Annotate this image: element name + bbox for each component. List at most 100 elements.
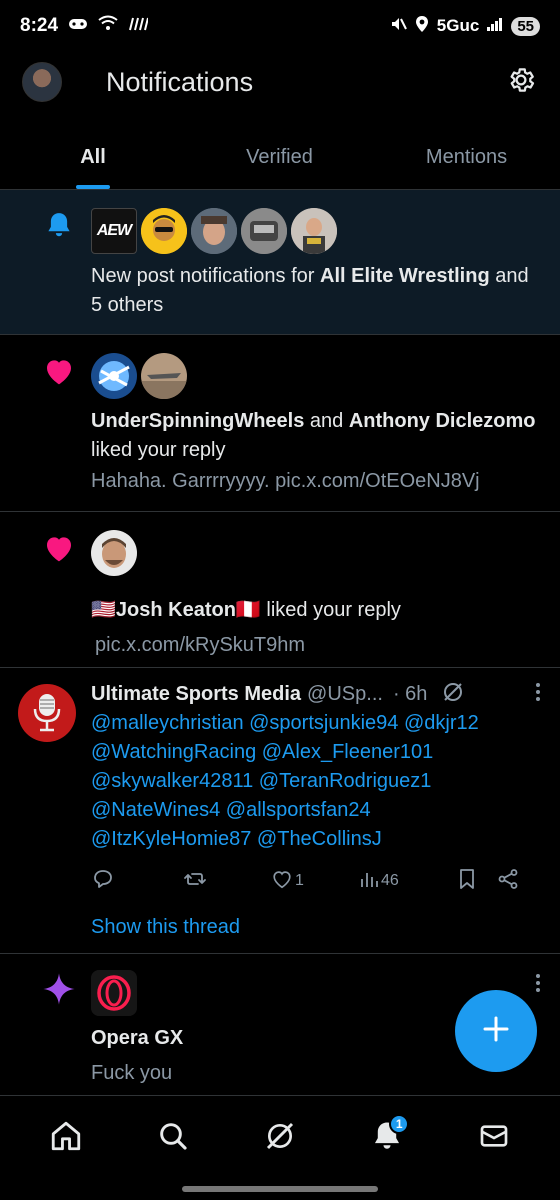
tweet-mentions-line[interactable]: @WatchingRacing @Alex_Fleener101 — [91, 738, 542, 767]
status-time: 8:24 — [20, 15, 59, 36]
wifi-status-icon — [98, 15, 118, 37]
author-name[interactable]: Ultimate Sports Media — [91, 683, 301, 706]
notifications-feed[interactable]: AEW New post notifications for All Elite… — [0, 190, 560, 1095]
reply-preview: Hahaha. Garrrryyyy. pic.x.com/OtEOeNJ8Vj — [91, 470, 480, 492]
user-name[interactable]: Anthony Diclezomo — [349, 410, 536, 432]
top-bar: Notifications — [0, 52, 560, 112]
views-chart-icon — [359, 869, 379, 894]
plus-icon — [482, 1015, 510, 1048]
tweet-time: · 6h — [392, 683, 428, 705]
tweet-item[interactable]: Ultimate Sports Media @USp... · 6h @mall… — [0, 668, 560, 954]
reply-preview: pic.x.com/kRySkuT9hm — [95, 634, 306, 656]
repost-button[interactable] — [183, 867, 271, 896]
avatar[interactable] — [91, 353, 137, 399]
active-tab-indicator — [76, 185, 110, 189]
home-indicator[interactable] — [182, 1186, 378, 1192]
notification-tabs: All Verified Mentions — [0, 125, 560, 190]
tweet-header: Ultimate Sports Media @USp... · 6h — [91, 680, 542, 709]
like-button[interactable]: 1 — [271, 868, 359, 895]
battery-level: 55 — [511, 16, 540, 36]
reply-button[interactable] — [91, 867, 183, 896]
avatar[interactable] — [141, 353, 187, 399]
notification-text: UnderSpinningWheels and Anthony Diclezom… — [91, 407, 542, 465]
signal-bars-icon — [128, 15, 150, 37]
more-options-icon[interactable] — [534, 972, 542, 999]
user-name[interactable]: 🇺🇸Josh Keaton🇵🇪 — [91, 599, 261, 621]
text-fragment: liked your reply — [260, 599, 401, 621]
avatar[interactable] — [18, 684, 76, 742]
bookmark-button[interactable] — [457, 868, 497, 895]
heart-outline-icon — [271, 868, 293, 895]
mute-icon — [389, 15, 407, 38]
aew-logo: AEW — [96, 222, 132, 239]
heart-icon — [42, 354, 76, 388]
tab-all[interactable]: All — [0, 125, 186, 189]
share-icon — [497, 868, 519, 895]
bookmark-icon — [457, 868, 477, 895]
settings-button[interactable] — [504, 65, 538, 99]
account-name[interactable]: All Elite Wrestling — [320, 265, 490, 287]
show-thread-link[interactable]: Show this thread — [91, 916, 542, 939]
author-handle[interactable]: @USp... — [307, 683, 383, 706]
cell-signal-icon — [487, 16, 503, 36]
avatar-row — [91, 353, 542, 399]
avatar-row — [91, 530, 542, 576]
reply-icon — [91, 867, 115, 896]
tweet-mentions-line[interactable]: @malleychristian @sportsjunkie94 @dkjr12 — [91, 709, 542, 738]
status-bar: 8:24 5Guc 55 — [0, 0, 560, 52]
account-name[interactable]: Opera GX — [91, 1027, 183, 1049]
tab-all-label: All — [80, 145, 106, 168]
notification-item[interactable]: AEW New post notifications for All Elite… — [0, 190, 560, 335]
repost-icon — [183, 867, 207, 896]
avatar[interactable]: AEW — [91, 208, 137, 254]
bottom-navigation: 1 — [0, 1095, 560, 1180]
notification-text: New post notifications for All Elite Wre… — [91, 262, 542, 320]
more-options-icon[interactable] — [534, 681, 542, 709]
user-name[interactable]: UnderSpinningWheels — [91, 410, 304, 432]
avatar[interactable] — [241, 208, 287, 254]
nav-grok[interactable] — [250, 1108, 310, 1168]
nav-search[interactable] — [143, 1108, 203, 1168]
search-icon — [157, 1120, 189, 1157]
bell-icon — [42, 208, 76, 242]
views-count: 46 — [381, 872, 399, 889]
notification-item[interactable]: UnderSpinningWheels and Anthony Diclezom… — [0, 335, 560, 512]
grok-icon[interactable] — [441, 680, 465, 710]
avatar[interactable] — [141, 208, 187, 254]
gear-icon — [506, 65, 536, 100]
avatar[interactable] — [91, 970, 137, 1016]
avatar[interactable] — [91, 530, 137, 576]
compose-post-button[interactable] — [455, 990, 537, 1072]
gamepad-icon — [68, 15, 88, 37]
text-fragment: liked your reply — [91, 439, 226, 461]
tab-mentions[interactable]: Mentions — [373, 125, 560, 189]
tab-verified[interactable]: Verified — [186, 125, 373, 189]
nav-home[interactable] — [36, 1108, 96, 1168]
like-count: 1 — [295, 872, 304, 889]
home-icon — [49, 1119, 83, 1158]
avatar[interactable] — [291, 208, 337, 254]
sparkle-icon — [42, 972, 76, 1006]
nav-messages[interactable] — [464, 1108, 524, 1168]
avatar-row: AEW — [91, 208, 542, 254]
network-type: 5Guc — [436, 16, 480, 35]
grok-icon — [264, 1120, 296, 1157]
heart-icon — [42, 531, 76, 565]
tweet-actions: 1 46 — [91, 864, 542, 898]
notification-item[interactable]: 🇺🇸Josh Keaton🇵🇪 liked your reply pic.x.c… — [0, 512, 560, 668]
tweet-mentions-line[interactable]: @skywalker42811 @TeranRodriguez1 — [91, 767, 542, 796]
nav-notifications[interactable]: 1 — [357, 1108, 417, 1168]
tweet-mentions-line[interactable]: @ItzKyleHomie87 @TheCollinsJ — [91, 825, 542, 854]
notification-text: 🇺🇸Josh Keaton🇵🇪 liked your reply — [91, 596, 542, 625]
share-button[interactable] — [497, 868, 519, 895]
tab-verified-label: Verified — [246, 145, 313, 168]
tweet-mentions-line[interactable]: @NateWines4 @allsportsfan24 — [91, 796, 542, 825]
notification-badge: 1 — [389, 1114, 410, 1134]
page-title: Notifications — [106, 66, 254, 97]
text-fragment: New post notifications for — [91, 265, 320, 287]
tab-mentions-label: Mentions — [425, 145, 508, 168]
avatar[interactable] — [191, 208, 237, 254]
envelope-icon — [478, 1120, 510, 1157]
profile-avatar[interactable] — [22, 62, 62, 102]
views-button[interactable]: 46 — [359, 869, 457, 894]
